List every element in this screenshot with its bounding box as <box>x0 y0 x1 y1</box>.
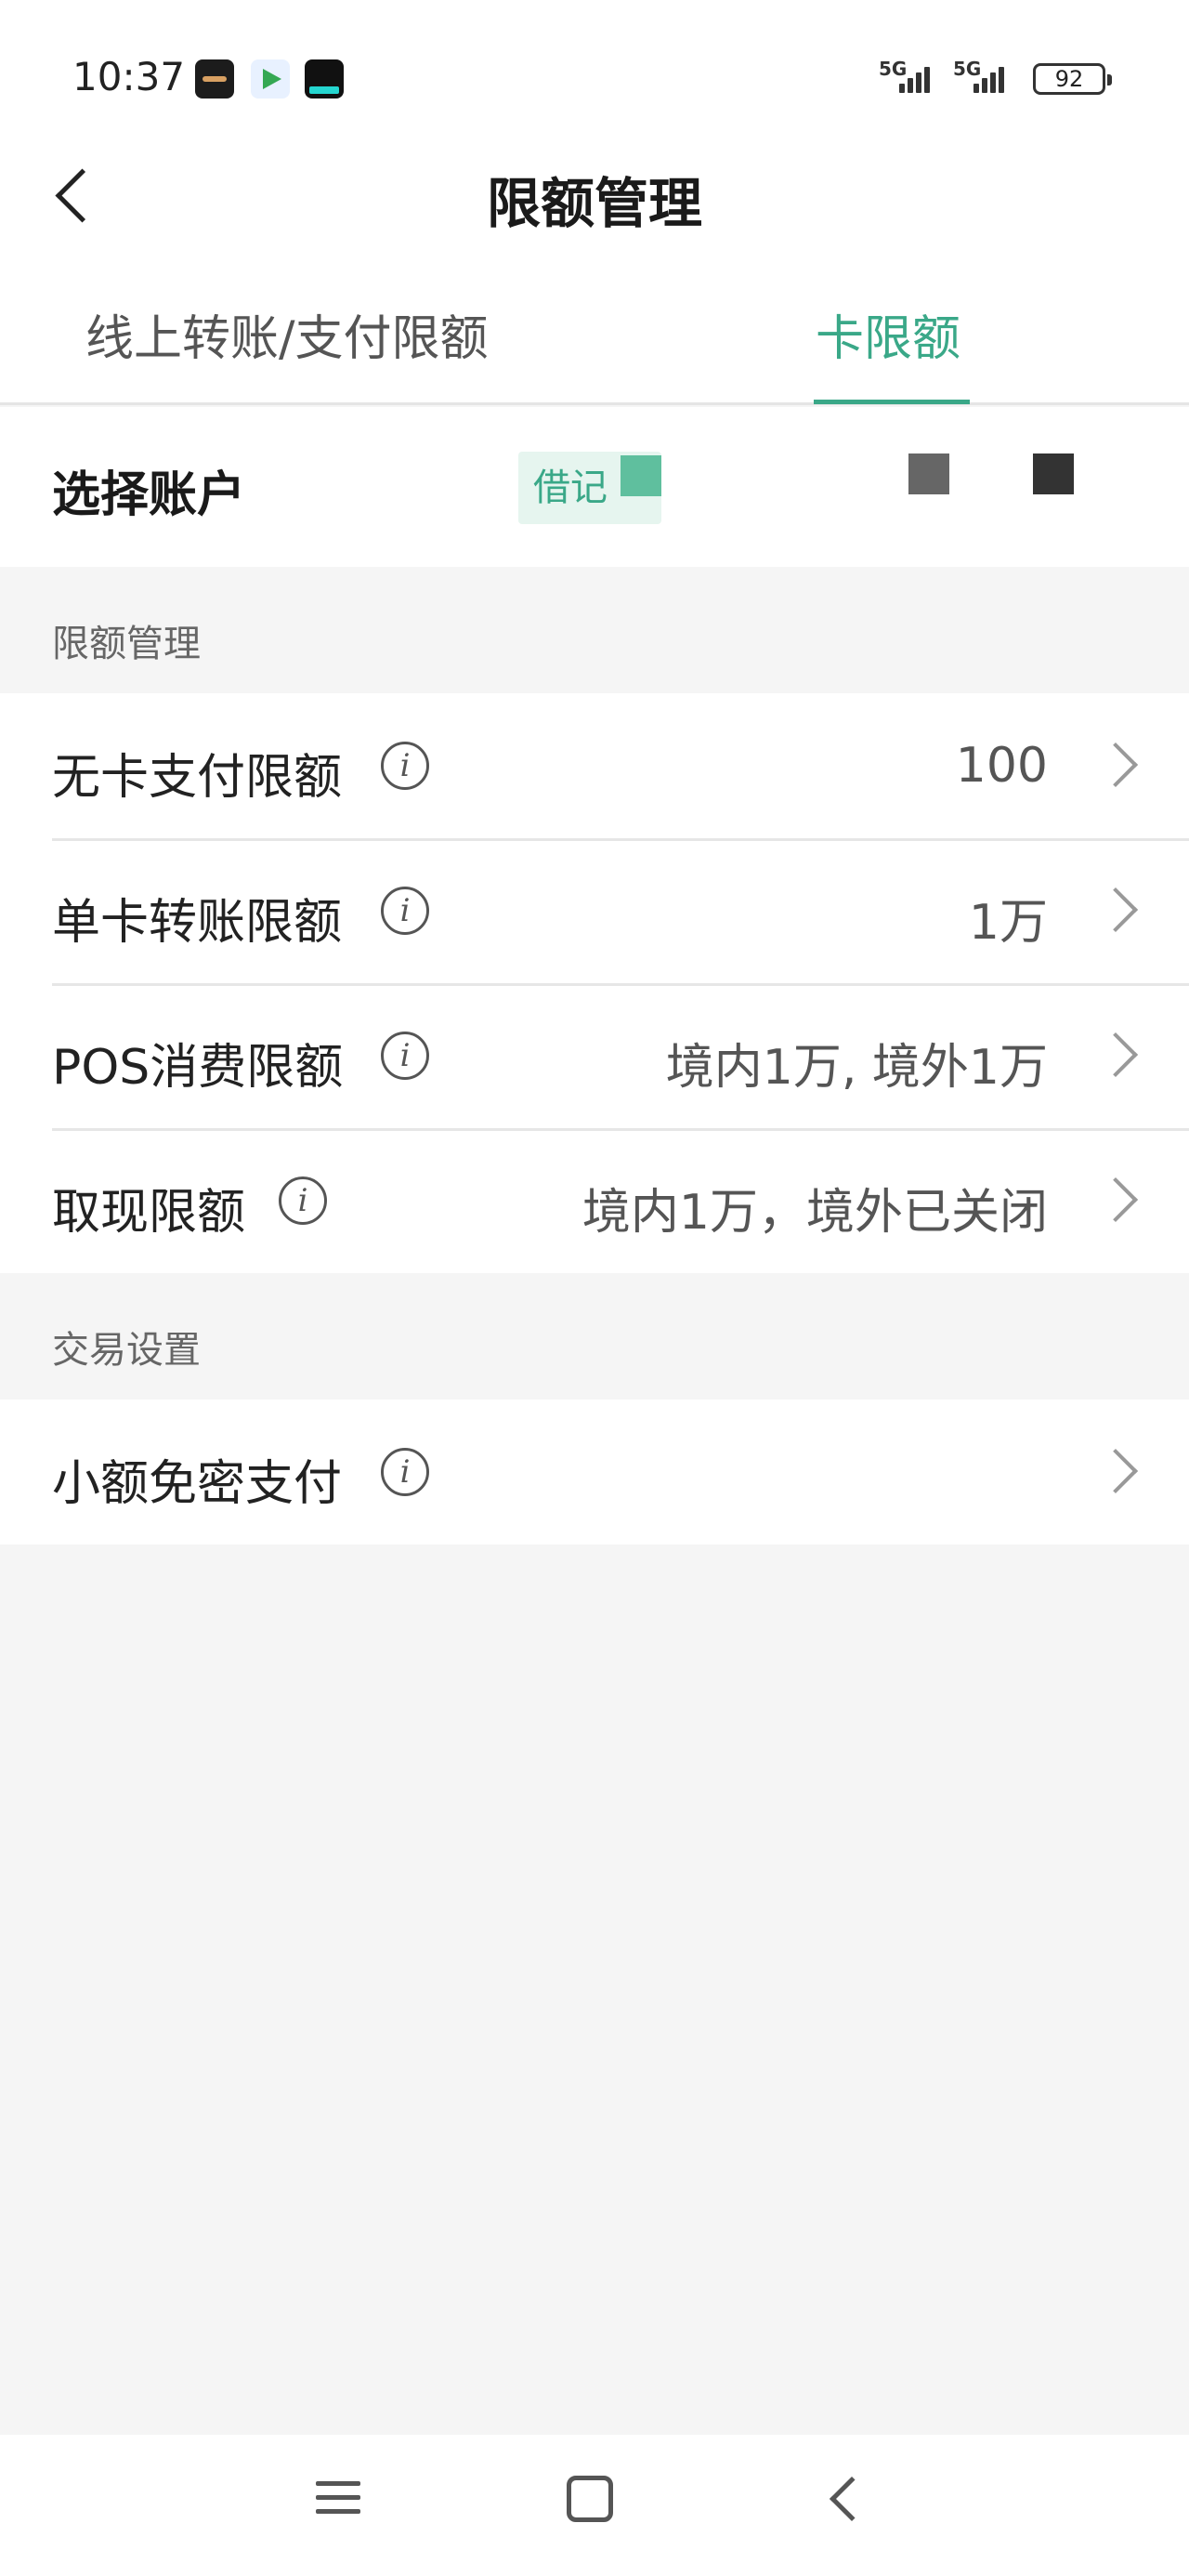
home-icon[interactable] <box>567 2476 613 2522</box>
chevron-right-icon <box>1092 1448 1139 1494</box>
list-item-cash-withdrawal-limit[interactable]: 取现限额 i 境内1万，境外已关闭 <box>0 1128 1189 1273</box>
item-label: POS消费限额 <box>52 1040 344 1096</box>
account-selector[interactable]: 选择账户 借记 <box>0 407 1189 567</box>
item-value: 境内1万，境外已关闭 <box>581 1185 1048 1241</box>
info-icon[interactable]: i <box>279 1176 327 1225</box>
status-bar: 10:37 5G 5G 92 <box>0 0 1189 139</box>
signal-icon: 5G <box>879 58 946 97</box>
masked-account-number <box>908 453 949 494</box>
list-item-pos-consumption-limit[interactable]: POS消费限额 i 境内1万, 境外1万 <box>0 983 1189 1128</box>
tab-bar: 线上转账/支付限额 卡限额 <box>0 251 1189 405</box>
back-icon[interactable] <box>829 2476 875 2522</box>
info-icon[interactable]: i <box>381 1448 429 1496</box>
chevron-right-icon <box>1092 887 1139 933</box>
limit-section-header: 限额管理 <box>0 567 1189 693</box>
transaction-section-header: 交易设置 <box>0 1273 1189 1400</box>
battery-indicator: 92 <box>1033 63 1112 95</box>
menu-icon[interactable] <box>316 2479 360 2517</box>
list-item-single-card-transfer-limit[interactable]: 单卡转账限额 i 1万 <box>0 838 1189 983</box>
list-item-small-password-free-payment[interactable]: 小额免密支付 i <box>0 1400 1189 1544</box>
status-time: 10:37 <box>72 54 186 99</box>
news-app-icon <box>305 59 344 99</box>
item-label: 单卡转账限额 <box>52 895 343 951</box>
list-item-cardless-payment-limit[interactable]: 无卡支付限额 i 100 <box>0 693 1189 838</box>
header: 限额管理 <box>0 139 1189 251</box>
active-tab-indicator <box>814 400 970 404</box>
tab-card-limit[interactable]: 卡限额 <box>816 299 960 369</box>
item-label: 无卡支付限额 <box>52 750 343 806</box>
item-label: 小额免密支付 <box>52 1456 343 1512</box>
section-title: 交易设置 <box>52 1329 201 1372</box>
chevron-right-icon <box>1092 1176 1139 1223</box>
limit-list: 无卡支付限额 i 100 单卡转账限额 i 1万 POS消费限额 i 境内1万,… <box>0 693 1189 1273</box>
audio-app-icon <box>195 59 234 99</box>
page-title: 限额管理 <box>486 172 702 235</box>
tab-online-transfer-limit[interactable]: 线上转账/支付限额 <box>85 299 489 369</box>
info-icon[interactable]: i <box>381 887 429 935</box>
masked-account-number-2 <box>1033 453 1074 494</box>
chevron-right-icon <box>1092 1032 1139 1078</box>
item-label: 取现限额 <box>52 1185 246 1241</box>
masked-account-info <box>621 455 661 496</box>
chevron-right-icon <box>1092 742 1139 788</box>
item-value: 境内1万, 境外1万 <box>665 1040 1048 1096</box>
section-title: 限额管理 <box>52 623 201 665</box>
info-icon[interactable]: i <box>381 1032 429 1080</box>
item-value: 100 <box>955 738 1048 794</box>
item-value: 1万 <box>968 895 1048 951</box>
transaction-settings-list: 小额免密支付 i <box>0 1400 1189 1544</box>
play-store-icon <box>251 59 290 99</box>
account-label: 选择账户 <box>52 467 246 523</box>
info-icon[interactable]: i <box>381 742 429 790</box>
system-navigation-bar <box>0 2435 1189 2576</box>
signal-icon-2: 5G <box>953 58 1020 97</box>
